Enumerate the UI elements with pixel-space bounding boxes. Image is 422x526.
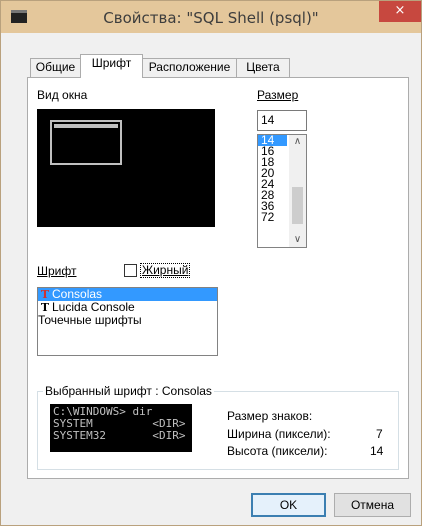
close-button[interactable]: ×: [379, 1, 421, 22]
font-tab-panel: Вид окна Размер 14 14 16 18 20 24 28 36 …: [27, 77, 409, 479]
window-preview: [37, 109, 215, 227]
properties-dialog: Свойства: "SQL Shell (psql)" × Общие Шри…: [0, 0, 422, 526]
truetype-icon: T: [40, 288, 50, 301]
bold-checkbox[interactable]: [124, 264, 137, 277]
width-label: Ширина (пиксели):: [227, 427, 331, 441]
scroll-thumb[interactable]: [292, 187, 303, 224]
cancel-button[interactable]: Отмена: [334, 493, 411, 517]
bold-label[interactable]: Жирный: [140, 263, 191, 278]
tab-font[interactable]: Шрифт: [80, 54, 143, 78]
scroll-down-icon[interactable]: ∨: [289, 233, 306, 247]
title-bar[interactable]: Свойства: "SQL Shell (psql)" ×: [1, 1, 421, 33]
selected-font-group: Выбранный шрифт : Consolas C:\WINDOWS> d…: [37, 384, 399, 470]
size-input[interactable]: 14: [257, 110, 307, 131]
height-label: Высота (пиксели):: [227, 444, 328, 458]
tab-colors[interactable]: Цвета: [236, 58, 290, 77]
window-preview-label: Вид окна: [37, 88, 88, 102]
ok-button[interactable]: OK: [251, 493, 326, 517]
font-label: Шрифт: [37, 264, 77, 278]
console-app-icon: [11, 10, 27, 23]
font-list[interactable]: T Consolas T Lucida Console Точечные шрифт…: [37, 287, 218, 356]
preview-window-icon: [50, 120, 122, 165]
tab-general[interactable]: Общие: [30, 58, 81, 77]
sample-line: SYSTEM32 <DIR> 10: [53, 429, 186, 442]
width-value: 7: [376, 427, 383, 441]
size-label: Размер: [257, 88, 299, 102]
tab-layout[interactable]: Расположение: [142, 58, 237, 77]
height-value: 14: [370, 444, 384, 458]
font-sample-preview: C:\WINDOWS> dirSYSTEM <DIR> 10SYSTEM32 <…: [50, 404, 192, 452]
window-title: Свойства: "SQL Shell (psql)": [103, 9, 319, 27]
size-scrollbar[interactable]: ∧ ∨: [289, 135, 306, 247]
size-option[interactable]: 72: [258, 211, 287, 223]
selected-font-title: Выбранный шрифт : Consolas: [43, 384, 214, 398]
size-list[interactable]: 14 16 18 20 24 28 36 72 ∧ ∨: [257, 134, 307, 248]
char-size-label: Размер знаков:: [227, 409, 313, 423]
font-item-raster-fonts[interactable]: Точечные шрифты: [38, 314, 217, 327]
scroll-up-icon[interactable]: ∧: [289, 135, 306, 149]
